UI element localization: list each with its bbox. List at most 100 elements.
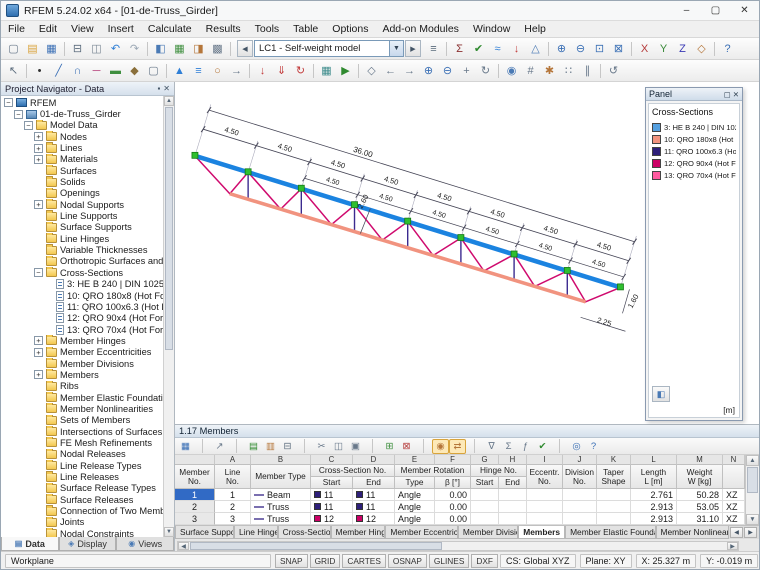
cell-cs-start[interactable]: 11 xyxy=(311,489,353,501)
cell-eccentr[interactable] xyxy=(527,489,563,501)
tree-item[interactable]: Openings xyxy=(1,187,174,199)
insert-row-icon[interactable]: ⊞ xyxy=(381,439,398,454)
cell-cs-end[interactable]: 11 xyxy=(353,489,395,501)
cell-rot-beta[interactable]: 0.00 xyxy=(435,489,471,501)
select-in-graphic-icon[interactable]: ⇄ xyxy=(449,438,466,454)
tree-item[interactable]: Ribs xyxy=(1,380,174,392)
cell-length[interactable]: 2.761 xyxy=(631,489,677,501)
cell-member-no[interactable]: 1 xyxy=(175,489,215,501)
solid-icon[interactable]: ◆ xyxy=(125,62,144,80)
cell-member-type[interactable]: Beam xyxy=(251,489,311,501)
scroll-right-icon[interactable]: ▶ xyxy=(727,542,738,550)
panel-close-icon[interactable]: ✕ xyxy=(733,90,739,99)
load-case-list-icon[interactable]: ≡ xyxy=(424,40,443,58)
column-letter[interactable]: M xyxy=(677,455,723,465)
supports-icon[interactable]: △ xyxy=(526,40,545,58)
search-icon[interactable]: ◎ xyxy=(568,439,585,454)
toolbar-icon[interactable] xyxy=(310,61,317,80)
cell-cs-start[interactable]: 11 xyxy=(311,501,353,513)
cell-hinge-end[interactable] xyxy=(499,489,527,501)
cell-rot-type[interactable]: Angle xyxy=(395,501,435,513)
table-scrollbar[interactable]: ▲ ▼ xyxy=(745,455,759,525)
tree-item[interactable]: Surface Releases xyxy=(1,494,174,505)
col-hinge-start[interactable]: Start xyxy=(471,477,499,489)
tree-item[interactable]: + Nodal Supports xyxy=(1,199,174,210)
tree-item[interactable]: FE Mesh Refinements xyxy=(1,437,174,448)
cell-hinge-start[interactable] xyxy=(471,501,499,513)
column-letter[interactable]: A xyxy=(215,455,251,465)
arc-icon[interactable]: ∩ xyxy=(68,62,87,80)
tree-item[interactable]: Line Hinges xyxy=(1,233,174,244)
render-mode-icon[interactable]: ▩ xyxy=(208,40,227,58)
view-y-icon[interactable]: Y xyxy=(654,40,673,58)
panel-display-button[interactable]: ◧ xyxy=(652,386,670,402)
menu-item[interactable]: Window xyxy=(466,21,517,37)
grid-icon[interactable]: ∷ xyxy=(559,62,578,80)
tree-item[interactable]: Member Elastic Foundations xyxy=(1,391,174,403)
minimize-button[interactable]: – xyxy=(672,1,701,20)
col-weight[interactable]: Weight W [kg] xyxy=(677,465,723,489)
table-toolbar-icon[interactable] xyxy=(296,438,313,454)
line-icon[interactable]: ╱ xyxy=(49,62,68,80)
col-cross-section[interactable]: Cross-Section No. xyxy=(311,465,395,477)
cell-line-no[interactable]: 2 xyxy=(215,501,251,513)
tree-item[interactable]: Solids xyxy=(1,176,174,187)
legend-item[interactable]: 12: QRO 90x4 (Hot Formed) xyxy=(649,157,739,169)
toolbar-icon[interactable] xyxy=(246,61,253,80)
scroll-left-icon[interactable]: ◀ xyxy=(178,542,189,550)
view-sync-icon[interactable]: ◉ xyxy=(432,438,449,454)
cut-icon[interactable]: ✂ xyxy=(313,439,330,454)
column-letter[interactable]: G xyxy=(471,455,499,465)
save-icon[interactable]: ▦ xyxy=(42,40,61,58)
menu-item[interactable]: Help xyxy=(517,21,553,37)
tree-item[interactable]: Surfaces xyxy=(1,165,174,176)
cell-weight[interactable]: 31.10 xyxy=(677,513,723,525)
cell-cs-start[interactable]: 12 xyxy=(311,513,353,525)
cell-line-no[interactable]: 1 xyxy=(215,489,251,501)
cell-rot-beta[interactable]: 0.00 xyxy=(435,513,471,525)
panel-toggle-icon[interactable]: ◨ xyxy=(189,40,208,58)
toolbar-icon[interactable] xyxy=(443,39,450,58)
navigator-scrollbar[interactable]: ▲ ▼ xyxy=(163,96,174,537)
tab-views[interactable]: ◉ Views xyxy=(116,537,175,551)
column-letter[interactable]: H xyxy=(499,455,527,465)
check-entries-icon[interactable]: ✔ xyxy=(534,439,551,454)
hinge-icon[interactable]: ○ xyxy=(208,62,227,80)
menu-item[interactable]: Edit xyxy=(32,21,64,37)
column-letter[interactable]: K xyxy=(597,455,631,465)
loads-icon[interactable]: ↓ xyxy=(507,40,526,58)
tree-item[interactable]: + Members xyxy=(1,369,174,380)
column-letter[interactable]: B xyxy=(251,455,311,465)
tab-scroll-right-icon[interactable]: ▶ xyxy=(744,527,757,538)
toolbar-icon[interactable] xyxy=(628,39,635,58)
cell-hinge-end[interactable] xyxy=(499,501,527,513)
col-last[interactable] xyxy=(723,465,745,489)
visibility-icon[interactable]: ◉ xyxy=(502,62,521,80)
dropdown-arrow-icon[interactable]: ▼ xyxy=(389,41,403,56)
tree-item[interactable]: Surface Supports xyxy=(1,221,174,233)
cell-weight[interactable]: 53.05 xyxy=(677,501,723,513)
table-toolbar-icon[interactable] xyxy=(364,438,381,454)
tree-expander[interactable]: − xyxy=(4,98,13,108)
table-tab[interactable]: Member Nonlinearities xyxy=(655,526,729,539)
tree-item[interactable]: Member Divisions xyxy=(1,357,174,369)
col-member-no[interactable]: Member No. xyxy=(175,465,215,489)
toolbar-icon[interactable] xyxy=(61,39,68,58)
undo-view-icon[interactable]: ↺ xyxy=(604,62,623,80)
tree-expander[interactable]: + xyxy=(34,154,43,164)
glines-toggle[interactable]: GLINES xyxy=(428,553,470,568)
toolbar-icon[interactable] xyxy=(597,61,604,80)
scroll-thumb[interactable] xyxy=(190,542,442,550)
tree-item[interactable]: + Lines xyxy=(1,142,174,153)
export-excel-icon[interactable]: ▤ xyxy=(245,439,262,454)
zoom-in-icon[interactable]: ⊕ xyxy=(552,40,571,58)
navigator-close-icon[interactable]: ✕ xyxy=(163,84,170,93)
cell-line-no[interactable]: 3 xyxy=(215,513,251,525)
tree-item[interactable]: Line Supports xyxy=(1,210,174,221)
cell-rot-type[interactable]: Angle xyxy=(395,489,435,501)
tables-toggle-icon[interactable]: ▦ xyxy=(170,40,189,58)
close-button[interactable]: ✕ xyxy=(730,1,759,20)
copy-icon[interactable]: ◫ xyxy=(87,40,106,58)
cell-length[interactable]: 2.913 xyxy=(631,501,677,513)
isometric-view-icon[interactable]: ◇ xyxy=(692,40,711,58)
